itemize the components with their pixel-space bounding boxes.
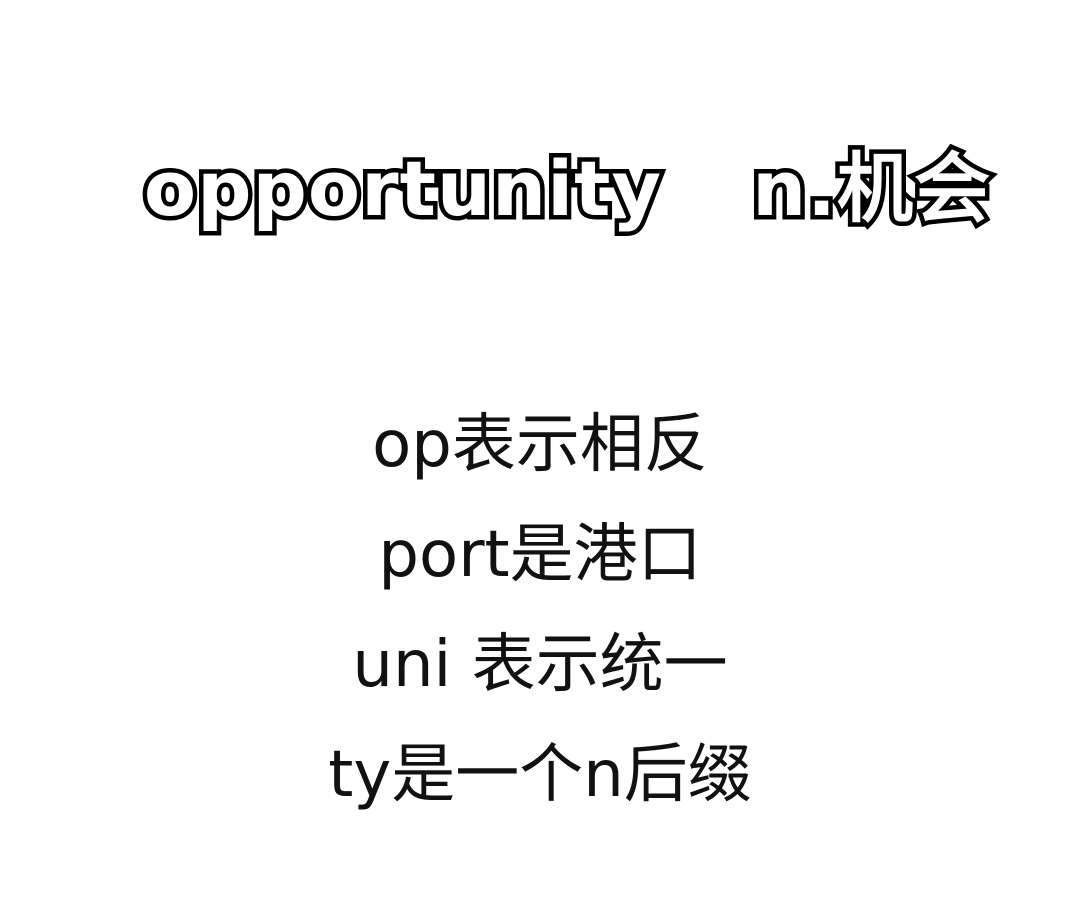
word-meaning: n.机会: [748, 140, 995, 238]
word-title: opportunity n.机会: [0, 38, 1080, 238]
explanation-line: op表示相反: [372, 408, 708, 482]
explanation-line: ty是一个n后缀: [328, 738, 752, 812]
explanation-line: uni 表示统一: [352, 628, 728, 702]
explanation-line: port是港口: [378, 518, 702, 592]
explanation-list: op表示相反 port是港口 uni 表示统一 ty是一个n后缀: [0, 390, 1080, 830]
word: opportunity: [139, 140, 665, 238]
